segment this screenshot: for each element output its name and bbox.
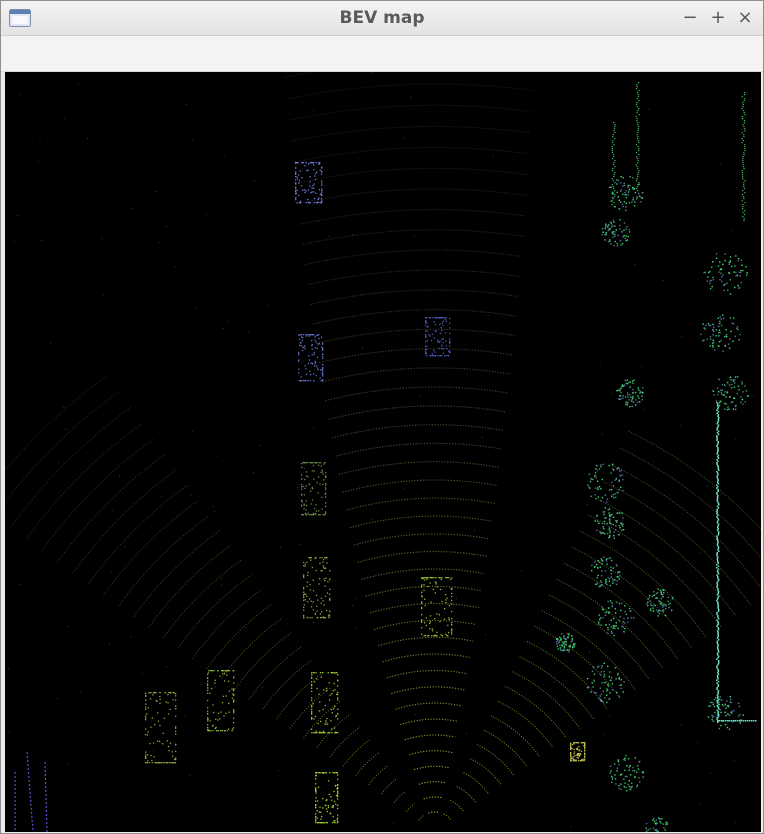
ground-rings <box>5 72 761 821</box>
bev-point-cloud <box>5 72 761 832</box>
building-edges <box>611 82 746 222</box>
bev-map-window: BEV map − + × <box>0 0 764 834</box>
roadside-vegetation <box>555 175 749 832</box>
window-app-icon <box>9 9 31 27</box>
maximize-button[interactable]: + <box>707 7 729 29</box>
window-toolbar-area <box>1 36 763 72</box>
window-title: BEV map <box>339 8 425 28</box>
minimize-button[interactable]: − <box>679 7 701 29</box>
parked-vehicles <box>145 162 586 824</box>
right-curb-line <box>716 402 757 723</box>
scattered-points <box>6 72 754 832</box>
close-button[interactable]: × <box>734 7 756 29</box>
bev-map-canvas[interactable] <box>5 72 761 832</box>
title-bar[interactable]: BEV map − + × <box>1 1 763 36</box>
